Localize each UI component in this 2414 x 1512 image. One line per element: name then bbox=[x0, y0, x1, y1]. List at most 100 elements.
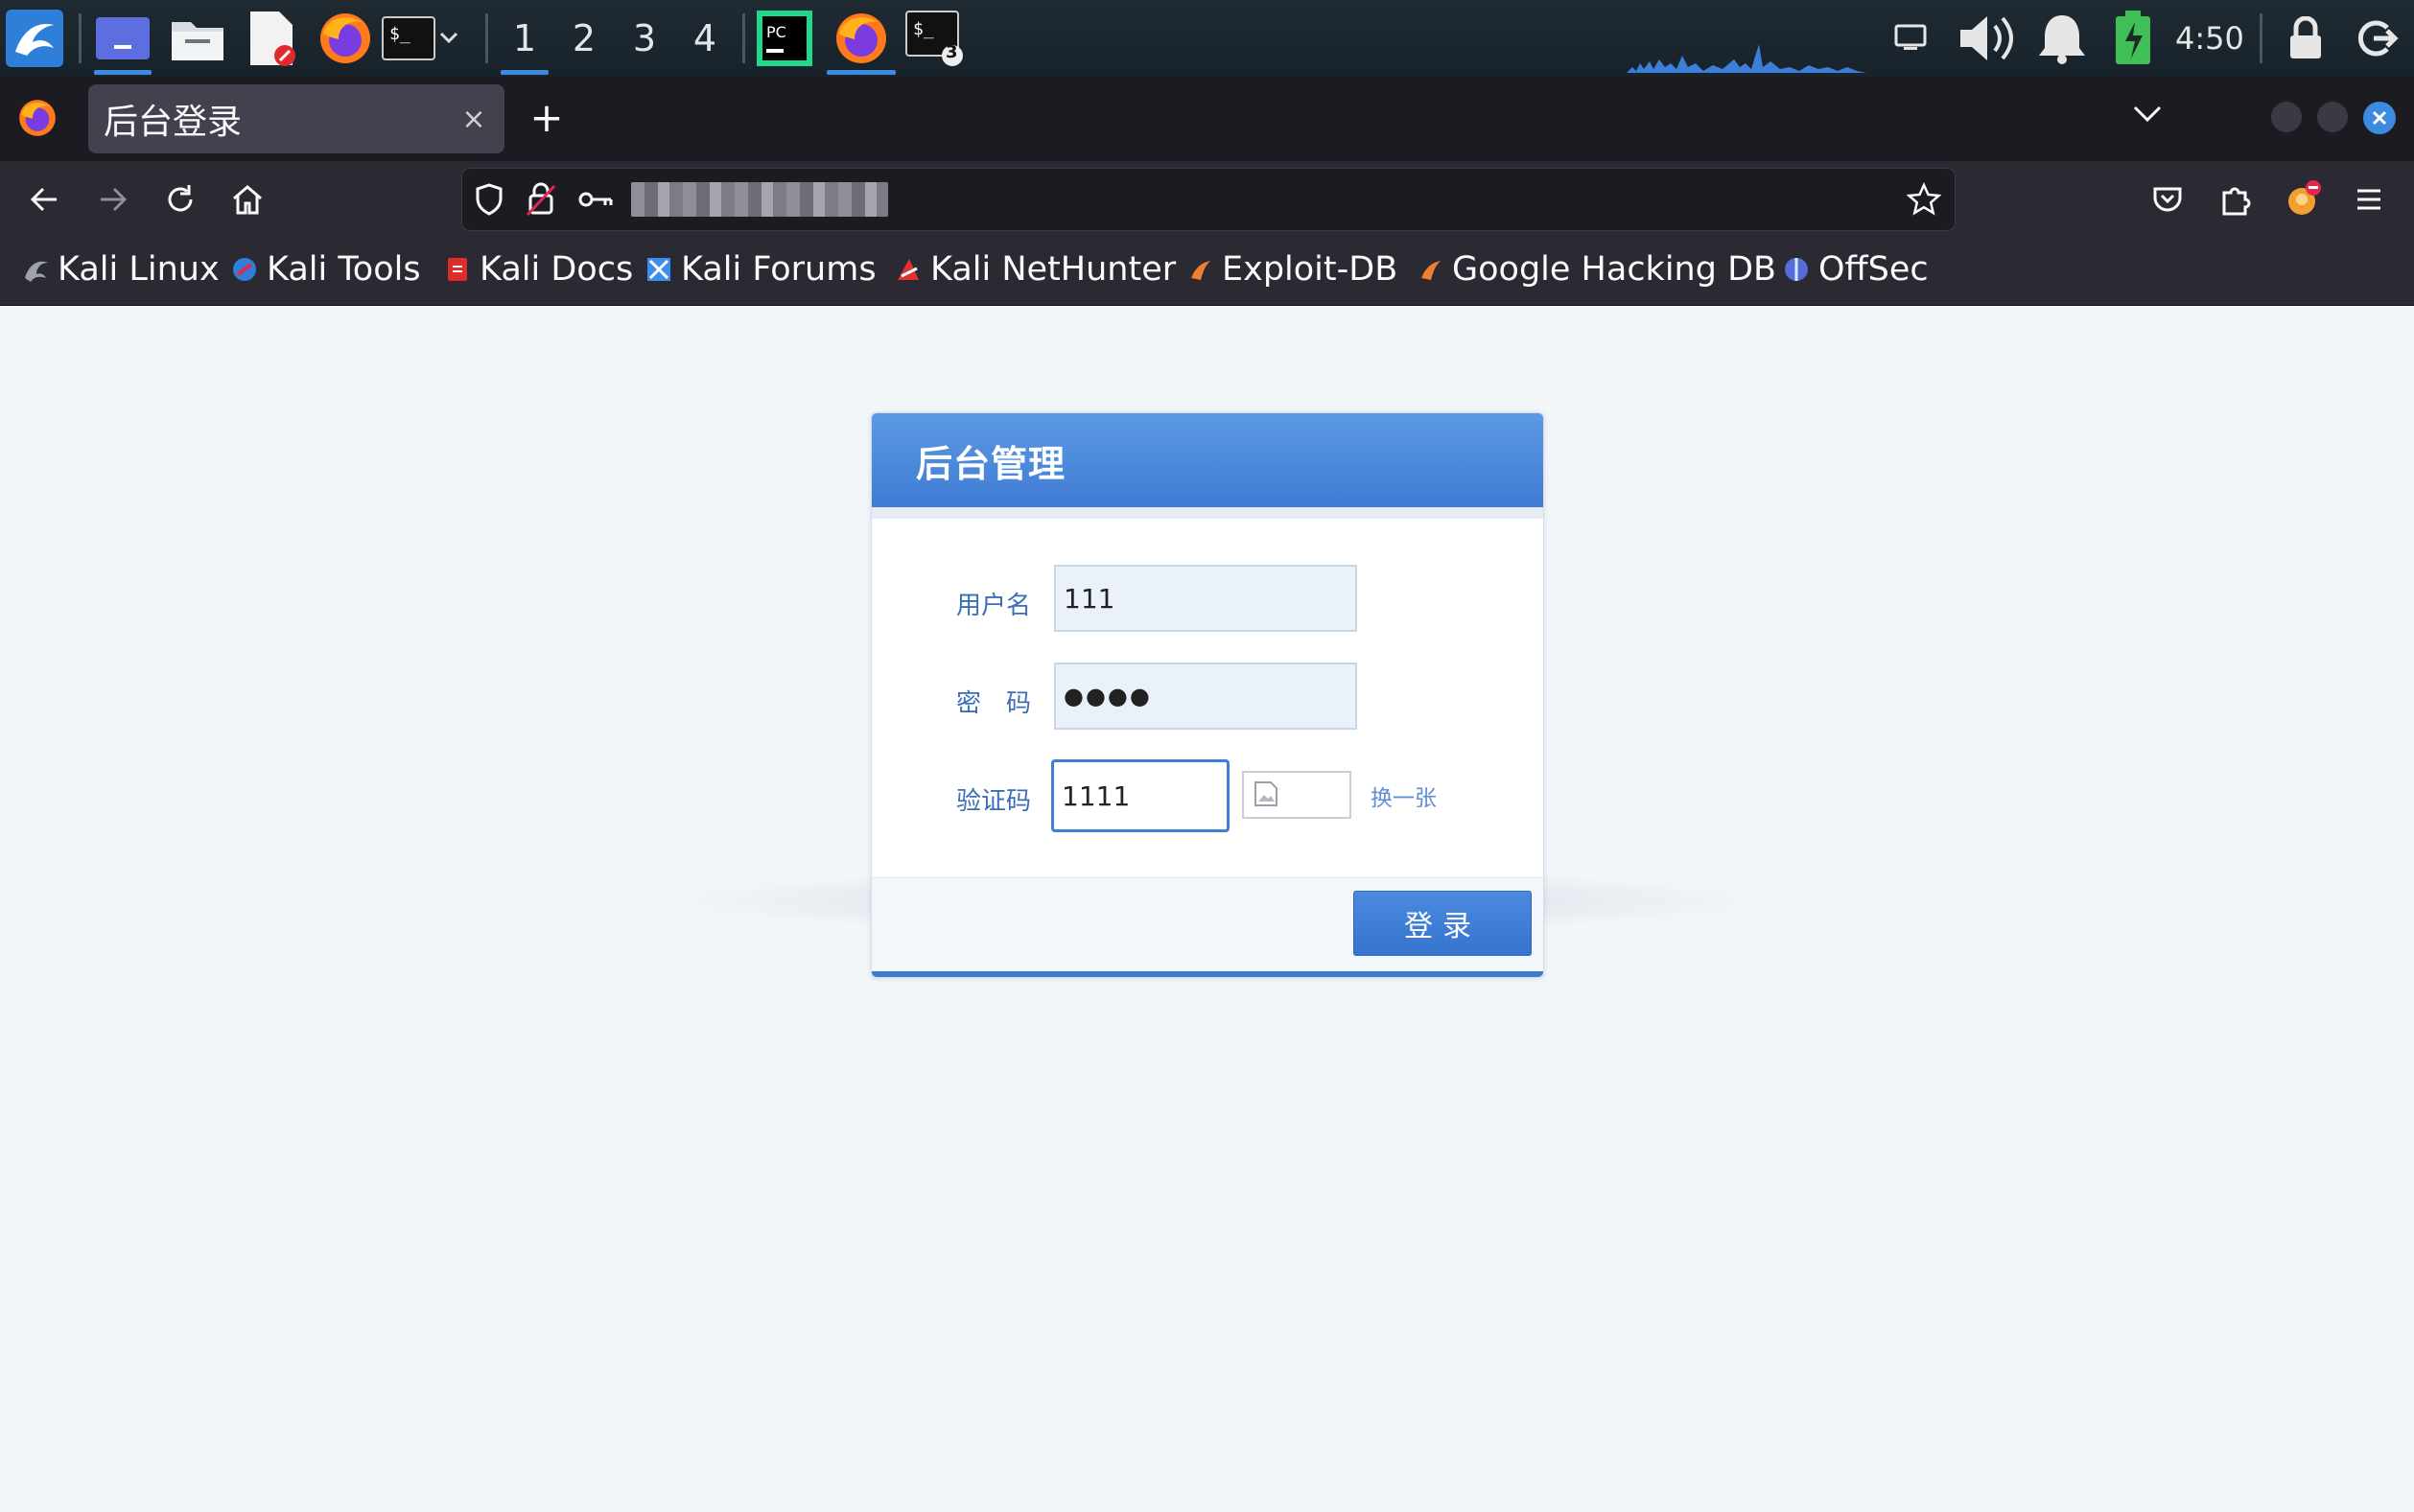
bookmark-label: Kali Linux bbox=[58, 250, 220, 289]
shield-icon[interactable] bbox=[474, 182, 504, 221]
close-icon bbox=[2372, 110, 2387, 126]
captcha-input[interactable]: 1111 bbox=[1051, 759, 1230, 832]
username-input[interactable]: 111 bbox=[1054, 565, 1357, 632]
arrow-right-icon bbox=[101, 187, 128, 212]
kali-tools-icon bbox=[233, 258, 256, 281]
workspace-1[interactable]: 1 bbox=[497, 0, 552, 77]
username-label: 用户名 bbox=[956, 592, 1032, 620]
pocket-icon bbox=[2153, 187, 2182, 212]
key-icon[interactable] bbox=[577, 186, 614, 217]
home-icon bbox=[233, 185, 262, 215]
extensions-button[interactable] bbox=[2208, 173, 2262, 226]
login-header: 后台管理 bbox=[872, 413, 1543, 507]
arrow-left-icon bbox=[30, 187, 57, 212]
bookmark-kali-linux[interactable]: Kali Linux bbox=[21, 238, 220, 301]
workspace-4[interactable]: 4 bbox=[677, 0, 733, 77]
bookmark-kali-forums[interactable]: Kali Forums bbox=[645, 238, 877, 301]
chevron-down-icon[interactable] bbox=[437, 8, 460, 69]
reload-button[interactable] bbox=[153, 173, 207, 226]
svg-text:$_: $_ bbox=[913, 19, 934, 39]
maximize-button[interactable] bbox=[2317, 102, 2348, 132]
offsec-icon bbox=[1785, 258, 1808, 281]
home-button[interactable] bbox=[221, 173, 274, 226]
captcha-label: 验证码 bbox=[956, 787, 1032, 816]
logout-icon[interactable] bbox=[2346, 8, 2407, 69]
bookmark-label: Kali Forums bbox=[681, 250, 877, 289]
screen-icon[interactable] bbox=[1880, 8, 1941, 69]
battery-icon[interactable] bbox=[2102, 8, 2164, 69]
bookmark-label: Exploit-DB bbox=[1222, 250, 1398, 289]
firefox-launcher-icon[interactable] bbox=[315, 8, 376, 69]
lock-insecure-icon[interactable] bbox=[526, 180, 556, 222]
login-panel: 后台管理 用户名 111 密 码 ●●●● 验证码 1111 换一张 登录 bbox=[871, 412, 1544, 978]
back-button[interactable] bbox=[17, 173, 71, 226]
account-icon bbox=[2288, 180, 2321, 215]
forward-button[interactable] bbox=[86, 173, 140, 226]
hamburger-icon bbox=[2357, 189, 2380, 210]
bookmark-kali-tools[interactable]: Kali Tools bbox=[230, 238, 421, 301]
reload-icon bbox=[168, 185, 193, 212]
terminal-launcher-icon[interactable]: $_ bbox=[382, 8, 435, 69]
kali-forums-icon bbox=[647, 258, 670, 281]
bookmark-kali-nethunter[interactable]: Kali NetHunter bbox=[894, 238, 1176, 301]
minimize-button[interactable] bbox=[2271, 102, 2302, 132]
firefox-window-icon[interactable] bbox=[831, 8, 892, 69]
workspace-3[interactable]: 3 bbox=[617, 0, 672, 77]
bookmark-google-hacking-db[interactable]: Google Hacking DB bbox=[1416, 238, 1776, 301]
window-close-button[interactable] bbox=[2363, 102, 2396, 134]
tab-strip: 后台登录 × + bbox=[0, 77, 2414, 161]
svg-text:PC: PC bbox=[766, 23, 786, 41]
network-graph bbox=[1627, 44, 1866, 73]
login-button[interactable]: 登录 bbox=[1353, 891, 1532, 956]
kali-dragon-icon bbox=[25, 261, 48, 282]
file-manager-icon[interactable] bbox=[167, 8, 228, 69]
bookmark-exploit-db[interactable]: Exploit-DB bbox=[1185, 238, 1397, 301]
pycharm-icon[interactable]: PC bbox=[754, 8, 815, 69]
ghdb-icon bbox=[1421, 261, 1441, 280]
kali-menu-icon[interactable] bbox=[4, 8, 65, 69]
password-input[interactable]: ●●●● bbox=[1054, 663, 1357, 730]
refresh-captcha-link[interactable]: 换一张 bbox=[1371, 779, 1437, 812]
bookmark-label: Kali Tools bbox=[267, 250, 421, 289]
volume-icon[interactable] bbox=[1955, 8, 2016, 69]
navigation-toolbar bbox=[0, 161, 2414, 238]
system-panel: $_ 1 2 3 4 PC $_ 3 4:50 bbox=[0, 0, 2414, 77]
bookmark-star-icon[interactable] bbox=[1906, 181, 1942, 221]
clock[interactable]: 4:50 bbox=[2175, 0, 2244, 77]
bookmark-offsec[interactable]: OffSec bbox=[1782, 238, 1929, 301]
bookmark-label: Google Hacking DB bbox=[1452, 250, 1777, 289]
login-title: 后台管理 bbox=[916, 442, 1066, 485]
bookmark-label: Kali Docs bbox=[480, 250, 634, 289]
terminal-count-badge: 3 bbox=[946, 42, 958, 62]
profile-button[interactable] bbox=[2277, 173, 2331, 226]
bell-icon[interactable] bbox=[2031, 8, 2093, 69]
puzzle-icon bbox=[2222, 187, 2251, 216]
exploit-db-icon bbox=[1191, 261, 1210, 280]
broken-image-icon bbox=[1254, 781, 1277, 806]
lock-icon[interactable] bbox=[2275, 8, 2336, 69]
tab-close-icon[interactable]: × bbox=[457, 102, 491, 136]
app-menu-button[interactable] bbox=[2342, 173, 2396, 226]
url-bar[interactable] bbox=[462, 169, 1955, 230]
nethunter-icon bbox=[898, 259, 919, 280]
pocket-button[interactable] bbox=[2141, 173, 2194, 226]
captcha-image[interactable] bbox=[1242, 771, 1351, 819]
bookmark-label: Kali NetHunter bbox=[930, 250, 1177, 289]
new-tab-button[interactable]: + bbox=[526, 92, 568, 142]
header-divider bbox=[872, 507, 1543, 519]
password-label: 密 码 bbox=[956, 689, 1032, 718]
workspace-2[interactable]: 2 bbox=[556, 0, 612, 77]
url-text-redacted[interactable] bbox=[631, 182, 888, 217]
footer-accent-line bbox=[872, 971, 1543, 977]
tab-active[interactable]: 后台登录 × bbox=[88, 84, 504, 153]
bookmark-kali-docs[interactable]: Kali Docs bbox=[443, 238, 633, 301]
terminal-window-icon[interactable]: $_ 3 bbox=[903, 8, 965, 69]
desktop-icon[interactable] bbox=[92, 8, 153, 69]
bookmarks-toolbar: Kali Linux Kali Tools Kali Docs Kali For… bbox=[0, 238, 2414, 306]
text-editor-icon[interactable] bbox=[242, 8, 303, 69]
bookmark-label: OffSec bbox=[1818, 250, 1929, 289]
tab-title: 后台登录 bbox=[104, 103, 243, 142]
list-all-tabs-icon[interactable] bbox=[2131, 102, 2164, 130]
svg-text:$_: $_ bbox=[389, 24, 410, 44]
firefox-view-icon[interactable] bbox=[17, 98, 58, 142]
